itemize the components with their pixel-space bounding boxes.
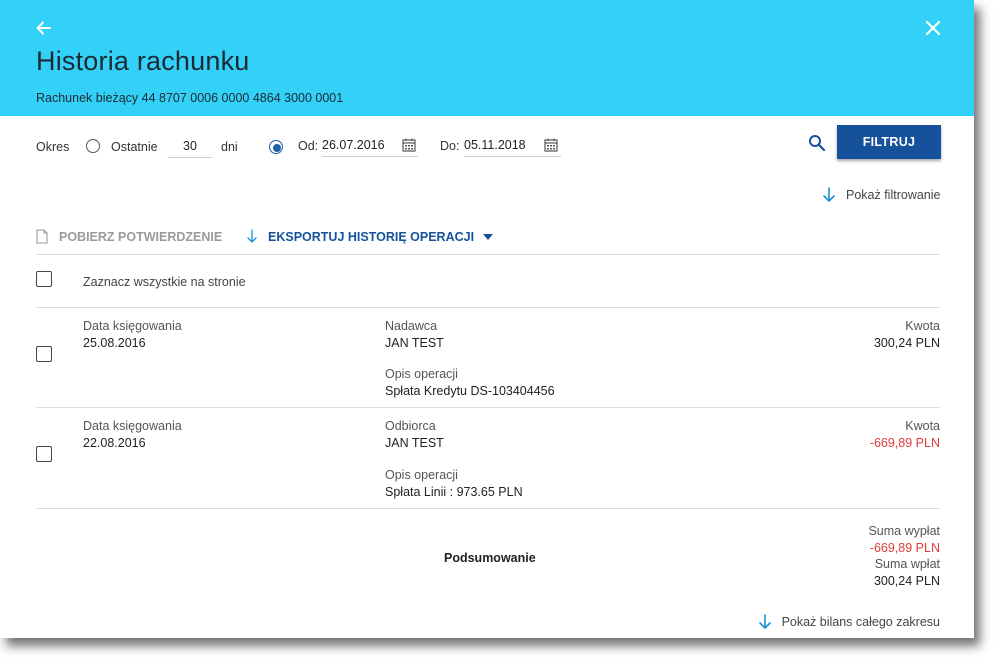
search-button[interactable]: [808, 134, 826, 152]
filter-button[interactable]: FILTRUJ: [837, 125, 941, 159]
amount-currency: PLN: [915, 436, 940, 450]
party-name: JAN TEST: [385, 436, 444, 450]
radio-last-days[interactable]: [86, 139, 100, 153]
divider: [36, 508, 940, 509]
divider: [36, 254, 940, 255]
show-balance-link[interactable]: Pokaż bilans całego zakresu: [758, 614, 940, 630]
calendar-icon[interactable]: [402, 138, 416, 152]
description: Spłata Kredytu DS-103404456: [385, 384, 555, 398]
show-filtering-label: Pokaż filtrowanie: [846, 188, 941, 202]
select-all-checkbox[interactable]: [36, 271, 52, 287]
page-title: Historia rachunku: [36, 46, 250, 76]
export-history-label: EKSPORTUJ HISTORIĘ OPERACJI: [268, 229, 475, 244]
dialog-window: Historia rachunku Rachunek bieżący 44 87…: [0, 0, 974, 638]
last-label: Ostatnie: [111, 140, 158, 154]
amount-currency: PLN: [915, 336, 940, 350]
description-label: Opis operacji: [385, 468, 458, 482]
row-checkbox[interactable]: [36, 346, 52, 362]
from-label: Od:: [298, 139, 319, 153]
withdrawals-currency: PLN: [915, 541, 940, 555]
to-date-value: 05.11.2018: [464, 138, 526, 152]
booking-date: 22.08.2016: [83, 436, 146, 450]
header: Historia rachunku Rachunek bieżący 44 87…: [0, 0, 974, 116]
to-date-field[interactable]: 05.11.2018: [464, 135, 561, 157]
deposits-total: 300,24 PLN: [874, 574, 940, 588]
from-date-value: 26.07.2016: [322, 138, 385, 152]
back-button[interactable]: [34, 18, 54, 38]
deposits-label: Suma wpłat: [874, 557, 940, 571]
show-filtering-link[interactable]: Pokaż filtrowanie: [822, 187, 941, 203]
close-icon: [925, 20, 941, 36]
row-checkbox[interactable]: [36, 446, 52, 462]
summary-label: Podsumowanie: [444, 551, 536, 565]
download-confirmation-button[interactable]: POBIERZ POTWIERDZENIE: [36, 229, 222, 244]
document-icon: [36, 229, 48, 244]
amount-value: -669,89: [869, 436, 913, 450]
amount-label: Kwota: [905, 419, 940, 433]
arrow-left-icon: [36, 21, 51, 35]
account-number: Rachunek bieżący 44 8707 0006 0000 4864 …: [36, 91, 344, 105]
from-date-field[interactable]: 26.07.2016: [322, 135, 418, 157]
amount: 300,24 PLN: [874, 336, 940, 350]
select-all-label: Zaznacz wszystkie na stronie: [83, 275, 246, 289]
description-label: Opis operacji: [385, 367, 458, 381]
party-label: Odbiorca: [385, 419, 436, 433]
withdrawals-value: -669,89: [869, 541, 913, 555]
last-days-input[interactable]: 30: [168, 136, 212, 158]
download-confirmation-label: POBIERZ POTWIERDZENIE: [59, 229, 223, 244]
deposits-value: 300,24: [873, 574, 913, 588]
date-label: Data księgowania: [83, 419, 182, 433]
amount: -669,89 PLN: [870, 436, 940, 450]
to-label: Do:: [440, 139, 460, 153]
caret-down-icon: [483, 233, 494, 240]
party-name: JAN TEST: [385, 336, 444, 350]
booking-date: 25.08.2016: [83, 336, 146, 350]
withdrawals-label: Suma wypłat: [868, 524, 940, 538]
days-label: dni: [221, 140, 238, 154]
divider: [36, 407, 940, 408]
divider: [36, 307, 940, 308]
withdrawals-total: -669,89 PLN: [870, 541, 940, 555]
arrow-down-icon: [758, 614, 771, 629]
export-history-dropdown[interactable]: EKSPORTUJ HISTORIĘ OPERACJI: [245, 229, 494, 244]
radio-date-range[interactable]: [269, 140, 283, 154]
amount-value: 300,24: [873, 336, 913, 350]
description: Spłata Linii : 973.65 PLN: [385, 485, 523, 499]
search-icon: [809, 135, 826, 152]
download-arrow-icon: [247, 229, 257, 243]
party-label: Nadawca: [385, 319, 438, 333]
date-label: Data księgowania: [83, 319, 182, 333]
period-label: Okres: [36, 140, 70, 154]
calendar-icon[interactable]: [544, 138, 558, 152]
amount-label: Kwota: [905, 319, 940, 333]
show-balance-label: Pokaż bilans całego zakresu: [781, 615, 940, 629]
deposits-currency: PLN: [915, 574, 940, 588]
arrow-down-icon: [823, 187, 835, 202]
close-button[interactable]: [923, 18, 943, 38]
